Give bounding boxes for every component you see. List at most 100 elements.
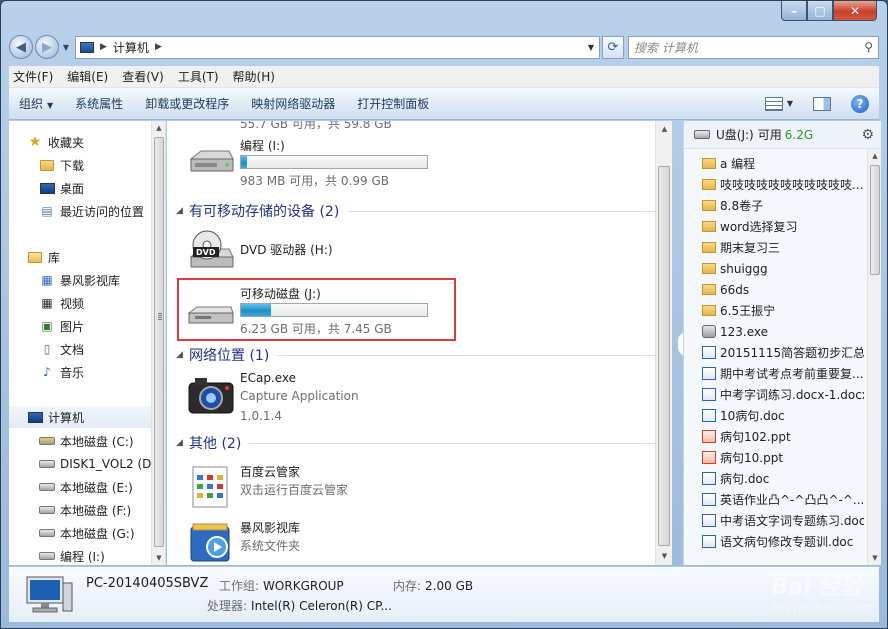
search-icon[interactable]: ⚲ bbox=[864, 40, 873, 54]
back-button[interactable]: ◀ bbox=[9, 35, 33, 59]
breadcrumb-separator-icon[interactable]: ▶ bbox=[100, 42, 107, 52]
forward-button[interactable]: ▶ bbox=[35, 35, 59, 59]
usb-file-item[interactable]: 英语作业凸^-^凸凸^-^... bbox=[702, 489, 864, 510]
cpu-value: Intel(R) Celeron(R) CP... bbox=[251, 599, 392, 613]
address-dropdown-icon[interactable]: ▼ bbox=[583, 43, 599, 52]
menu-view[interactable]: 查看(V) bbox=[122, 68, 164, 85]
usb-file-item[interactable]: 中考语文字词专题练习.doc bbox=[702, 510, 864, 531]
nav-drive-e-label: 本地磁盘 (E:) bbox=[60, 480, 133, 495]
usb-file-item[interactable]: 6.5王振宁 bbox=[702, 300, 864, 321]
svg-text:DVD: DVD bbox=[196, 248, 216, 257]
content-scrollbar[interactable]: ▲ ▼ bbox=[655, 121, 672, 565]
other-group-header[interactable]: ◢ 其他 (2) bbox=[176, 433, 659, 453]
usb-pane-scrollbar[interactable]: ▲ ▼ bbox=[867, 149, 881, 565]
group-collapse-icon[interactable]: ◢ bbox=[176, 206, 183, 216]
usb-file-item[interactable]: word选择复习 bbox=[702, 216, 864, 237]
application-icon bbox=[192, 466, 228, 508]
nav-music[interactable]: ♪ 音乐 bbox=[39, 361, 84, 383]
nav-drive-f[interactable]: 本地磁盘 (F:) bbox=[39, 499, 131, 521]
nav-drive-d[interactable]: DISK1_VOL2 (D bbox=[39, 453, 151, 475]
nav-desktop[interactable]: 桌面 bbox=[39, 177, 84, 199]
usb-file-item[interactable]: 语文病句修改专题训.doc bbox=[702, 531, 864, 552]
open-control-panel-button[interactable]: 打开控制面板 bbox=[357, 95, 429, 112]
uninstall-button[interactable]: 卸载或更改程序 bbox=[145, 95, 229, 112]
maximize-button[interactable]: □ bbox=[807, 1, 833, 21]
nav-drive-i-label: 编程 (I:) bbox=[60, 549, 105, 564]
refresh-button[interactable]: ⟳ bbox=[602, 35, 624, 59]
nav-drive-c[interactable]: 本地磁盘 (C:) bbox=[39, 430, 134, 452]
map-network-drive-button[interactable]: 映射网络驱动器 bbox=[251, 95, 335, 112]
nav-pictures[interactable]: ▣ 图片 bbox=[39, 315, 84, 337]
nav-drive-g[interactable]: 本地磁盘 (G:) bbox=[39, 522, 135, 544]
usb-file-item[interactable]: 期末复习三 bbox=[702, 237, 864, 258]
scroll-up-arrow-icon[interactable]: ▲ bbox=[868, 149, 881, 163]
content-scroll-thumb[interactable] bbox=[658, 166, 670, 546]
ecap-tile[interactable]: ECap.exe Capture Application 1.0.1.4 bbox=[187, 369, 647, 429]
usb-file-item[interactable]: 中考字词练习.docx-1.docx bbox=[702, 384, 864, 405]
usb-file-item[interactable]: 吱吱吱吱吱吱吱吱吱吱吱... bbox=[702, 174, 864, 195]
help-icon[interactable]: ? bbox=[851, 94, 869, 113]
drive-i-tile[interactable]: 编程 (I:) 983 MB 可用，共 0.99 GB bbox=[187, 135, 647, 188]
nav-scroll-thumb[interactable] bbox=[154, 137, 164, 547]
scroll-down-arrow-icon[interactable]: ▼ bbox=[152, 551, 165, 565]
usb-pane-scroll-thumb[interactable] bbox=[870, 165, 880, 275]
scroll-up-arrow-icon[interactable]: ▲ bbox=[656, 121, 672, 138]
scroll-down-arrow-icon[interactable]: ▼ bbox=[868, 551, 881, 565]
nav-drive-e[interactable]: 本地磁盘 (E:) bbox=[39, 476, 133, 498]
usb-file-item[interactable]: 20151115简答题初步汇总... bbox=[702, 342, 864, 363]
nav-videos[interactable]: ▦ 视频 bbox=[39, 292, 84, 314]
usb-file-item[interactable]: 123.exe bbox=[702, 321, 864, 342]
baofeng-library-tile[interactable]: 暴风影视库 系统文件夹 bbox=[187, 517, 647, 565]
nav-computer[interactable]: 计算机 bbox=[9, 406, 154, 428]
removable-group-header[interactable]: ◢ 有可移动存储的设备 (2) bbox=[176, 201, 659, 221]
nav-documents[interactable]: ▯ 文档 bbox=[39, 338, 84, 360]
usb-file-item[interactable]: 8.8卷子 bbox=[702, 195, 864, 216]
view-options-dropdown-icon[interactable]: ▼ bbox=[787, 99, 793, 108]
usb-file-name: a 编程 bbox=[720, 157, 756, 171]
group-collapse-icon[interactable]: ◢ bbox=[176, 438, 183, 448]
nav-scrollbar[interactable]: ▲ ▼ bbox=[151, 121, 165, 565]
organize-button[interactable]: 组织 ▼ bbox=[19, 95, 53, 112]
address-bar[interactable]: ▶ 计算机 ▶ ▼ bbox=[75, 35, 600, 59]
menu-edit[interactable]: 编辑(E) bbox=[67, 68, 108, 85]
nav-libraries[interactable]: 库 bbox=[27, 246, 60, 268]
nav-recent-places[interactable]: ▤ 最近访问的位置 bbox=[39, 200, 144, 222]
menu-help[interactable]: 帮助(H) bbox=[233, 68, 275, 85]
dvd-drive-tile[interactable]: DVD DVD 驱动器 (H:) bbox=[187, 225, 647, 277]
nav-downloads[interactable]: 下载 bbox=[39, 154, 84, 176]
minimize-button[interactable]: – bbox=[781, 1, 807, 21]
ecap-name: ECap.exe bbox=[240, 371, 297, 385]
usb-file-item[interactable]: 病句10.ppt bbox=[702, 447, 864, 468]
usb-file-item[interactable]: shuiggg bbox=[702, 258, 864, 279]
usb-file-item[interactable]: 66ds bbox=[702, 279, 864, 300]
baidu-cloud-tile[interactable]: 百度云管家 双击运行百度云管家 bbox=[187, 461, 647, 513]
nav-baofeng-library[interactable]: ▦ 暴风影视库 bbox=[39, 269, 120, 291]
breadcrumb-chevron-icon[interactable]: ▶ bbox=[155, 42, 162, 52]
pictures-icon: ▣ bbox=[41, 319, 53, 333]
usb-file-item[interactable]: 病句.doc bbox=[702, 468, 864, 489]
cpu-label: 处理器: bbox=[207, 599, 248, 613]
group-collapse-icon[interactable]: ◢ bbox=[176, 350, 183, 360]
scroll-down-arrow-icon[interactable]: ▼ bbox=[656, 548, 672, 565]
nav-drive-i[interactable]: 编程 (I:) bbox=[39, 545, 105, 565]
scroll-up-arrow-icon[interactable]: ▲ bbox=[152, 121, 165, 135]
search-input[interactable]: 搜索 计算机 ⚲ bbox=[628, 35, 879, 59]
menu-tools[interactable]: 工具(T) bbox=[178, 68, 219, 85]
nav-drive-f-label: 本地磁盘 (F:) bbox=[60, 503, 132, 518]
usb-file-item[interactable]: 病句102.ppt bbox=[702, 426, 864, 447]
usb-drive-tile[interactable]: 可移动磁盘 (J:) 6.23 GB 可用，共 7.45 GB bbox=[187, 283, 647, 336]
usb-file-item[interactable]: a 编程 bbox=[702, 153, 864, 174]
preview-pane-icon[interactable] bbox=[813, 96, 831, 111]
nav-favorites[interactable]: ★ 收藏夹 bbox=[27, 131, 84, 153]
network-group-header[interactable]: ◢ 网络位置 (1) bbox=[176, 345, 659, 365]
system-properties-button[interactable]: 系统属性 bbox=[75, 95, 123, 112]
breadcrumb-computer[interactable]: 计算机 bbox=[113, 39, 149, 56]
hard-drive-icon bbox=[189, 150, 234, 172]
view-options-icon[interactable] bbox=[764, 96, 783, 111]
recent-pages-dropdown[interactable]: ▼ bbox=[59, 43, 73, 52]
usb-file-item[interactable]: 10病句.doc bbox=[702, 405, 864, 426]
usb-file-item[interactable]: 期中考试考点考前重要复... bbox=[702, 363, 864, 384]
menu-file[interactable]: 文件(F) bbox=[13, 68, 53, 85]
close-button[interactable]: ✕ bbox=[833, 1, 877, 21]
gear-icon[interactable]: ⚙ bbox=[861, 127, 874, 143]
